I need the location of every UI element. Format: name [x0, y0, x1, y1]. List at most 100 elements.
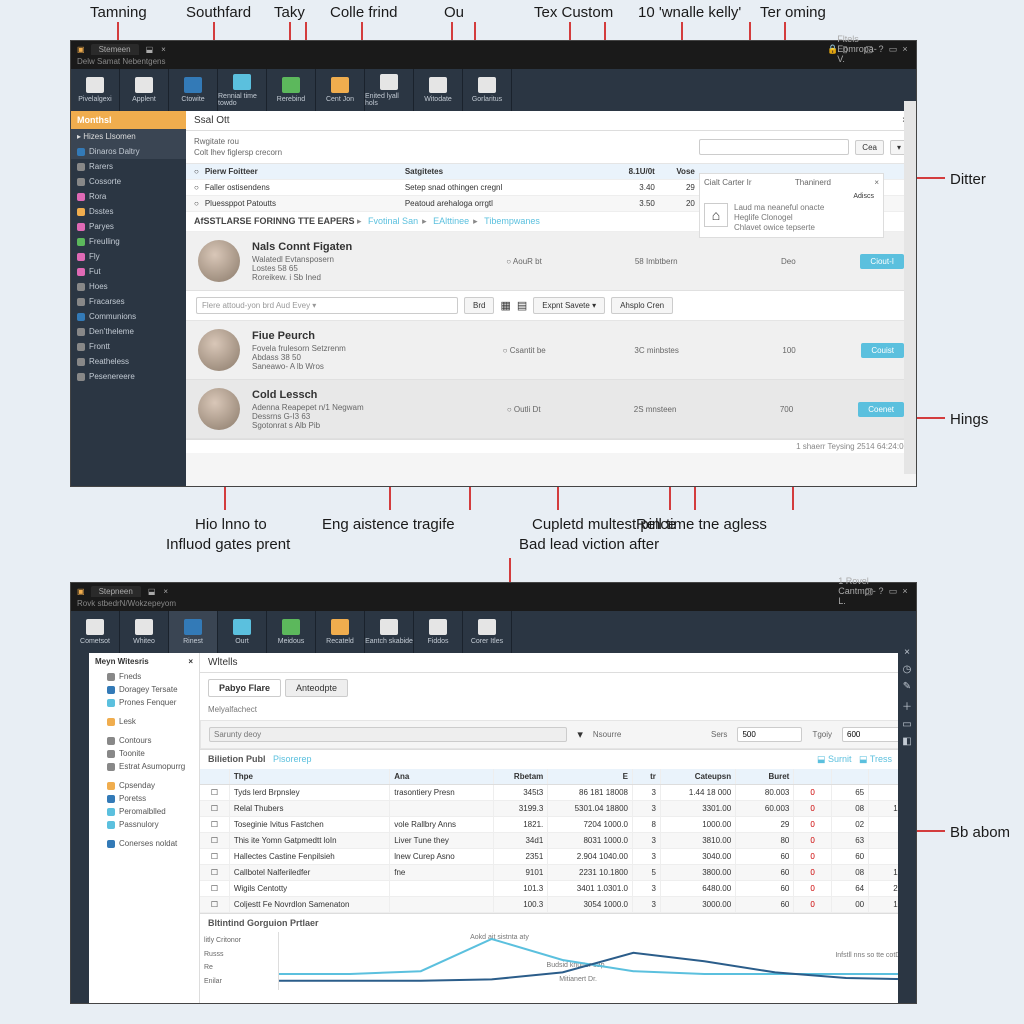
person-action-btn[interactable]: Couist: [861, 343, 904, 358]
filter-dropdown-icon[interactable]: ▾: [577, 728, 583, 741]
radio-icon[interactable]: ○: [194, 183, 199, 192]
row-checkbox[interactable]: ☐: [200, 817, 230, 832]
grid-header[interactable]: Buret: [736, 769, 794, 784]
bc-tag[interactable]: Fvotinal San: [368, 216, 418, 226]
sidebar-item[interactable]: Cossorte: [71, 174, 186, 189]
grid-row[interactable]: ☐Relal Thubers3199.35301.04 1880033301.0…: [200, 801, 916, 817]
ribbon-tab[interactable]: Applent: [120, 69, 169, 111]
grid-row[interactable]: ☐Coljestt Fe Novrdlon Samenaton100.33054…: [200, 897, 916, 913]
close-icon[interactable]: ×: [900, 44, 910, 54]
ribbon-tab[interactable]: Fiddos: [414, 611, 463, 653]
min-icon[interactable]: ▢: [864, 44, 874, 54]
ribbon-tab[interactable]: Rinest: [169, 611, 218, 653]
max-icon[interactable]: ▭: [888, 44, 898, 54]
toolbar-btn[interactable]: Surnit: [828, 754, 852, 764]
rail-icon[interactable]: ＋: [902, 698, 912, 713]
row-checkbox[interactable]: ☐: [200, 833, 230, 848]
grid-header[interactable]: [200, 769, 230, 784]
grid-header[interactable]: Rbetam: [494, 769, 548, 784]
row-checkbox[interactable]: ☐: [200, 801, 230, 816]
filter-input[interactable]: Flere attoud-yon brd Aud Evey ▾: [196, 297, 458, 314]
row-checkbox[interactable]: ☐: [200, 849, 230, 864]
sidebar2-item[interactable]: Prones Fenquer: [89, 696, 199, 709]
cell-delete[interactable]: 0: [794, 833, 831, 848]
filter-btn2[interactable]: Ahsplo Cren: [611, 297, 673, 314]
ribbon-tab[interactable]: Cometsot: [71, 611, 120, 653]
tab-close-icon[interactable]: ×: [161, 45, 166, 54]
sidebar2-item[interactable]: Passnulory: [89, 818, 199, 831]
grid-row[interactable]: ☐Tyds lerd Brpnsleytrasontiery Presn345t…: [200, 785, 916, 801]
filter-input[interactable]: [209, 727, 567, 742]
info-close-icon[interactable]: ×: [874, 178, 879, 187]
sidebar2-item[interactable]: Fneds: [89, 670, 199, 683]
panel2-tab[interactable]: Anteodpte: [285, 679, 348, 697]
person-card[interactable]: Fiue PeurchFovela frulesorn SetzrenmAbda…: [186, 321, 916, 380]
person-card[interactable]: Cold LesschAdenna Reapepet n/1 NegwamDes…: [186, 380, 916, 439]
rail-icon[interactable]: ▭: [902, 719, 911, 730]
sam-input[interactable]: [737, 727, 802, 742]
row-checkbox[interactable]: ☐: [200, 881, 230, 896]
sidebar2-item[interactable]: Cpsenday: [89, 779, 199, 792]
close-icon[interactable]: ×: [900, 586, 910, 596]
cell-delete[interactable]: 0: [794, 849, 831, 864]
tab-close-icon[interactable]: ×: [163, 587, 168, 596]
ribbon-tab[interactable]: Rennial time towdo: [218, 69, 267, 111]
ribbon-tab[interactable]: Enited lyall hols: [365, 69, 414, 111]
sidebar-item[interactable]: Freulling: [71, 234, 186, 249]
rail-icon[interactable]: ✎: [903, 681, 911, 692]
cell-delete[interactable]: 0: [794, 881, 831, 896]
person-action-btn[interactable]: Coenet: [858, 402, 904, 417]
grid-header[interactable]: tr: [633, 769, 661, 784]
sidebar2-item[interactable]: Estrat Asumopurrg: [89, 760, 199, 773]
sidebar-item[interactable]: Frontt: [71, 339, 186, 354]
grid-row[interactable]: ☐Hallectes Castine Fenpilsiehlnew Curep …: [200, 849, 916, 865]
ribbon-tab[interactable]: Gorlaritus: [463, 69, 512, 111]
rail-icon[interactable]: ◧: [902, 736, 911, 747]
cell-delete[interactable]: 0: [794, 817, 831, 832]
ribbon-tab[interactable]: Meidous: [267, 611, 316, 653]
fb-icon[interactable]: ▦: [500, 299, 510, 312]
min-icon[interactable]: ▢: [864, 586, 874, 596]
max-icon[interactable]: ▭: [888, 586, 898, 596]
rail-close-icon[interactable]: ×: [904, 647, 910, 658]
filter-btn[interactable]: Brd: [464, 297, 494, 314]
row-checkbox[interactable]: ☐: [200, 865, 230, 880]
bc-tag[interactable]: Tibempwanes: [484, 216, 540, 226]
ribbon-tab[interactable]: Pivelalgexi: [71, 69, 120, 111]
grid-row[interactable]: ☐Wigils Centotty101.33401 1.0301.036480.…: [200, 881, 916, 897]
cell-delete[interactable]: 0: [794, 865, 831, 880]
ribbon-tab[interactable]: Rerebind: [267, 69, 316, 111]
sidebar-item[interactable]: Reatheless: [71, 354, 186, 369]
sidebar-item[interactable]: Dsstes: [71, 204, 186, 219]
toolbar-btn[interactable]: Tress: [870, 754, 892, 764]
grid-header[interactable]: Cateupsn: [661, 769, 736, 784]
sidebar2-item[interactable]: Poretss: [89, 792, 199, 805]
sidebar2-item[interactable]: Toonite: [89, 747, 199, 760]
tab-extra-icon[interactable]: ⬓: [146, 45, 154, 54]
sidebar-item[interactable]: Dinaros Daltry: [71, 144, 186, 159]
window-tab[interactable]: Stemeen: [91, 44, 139, 55]
sidebar-item[interactable]: Rarers: [71, 159, 186, 174]
sidebar2-item[interactable]: Peromalblled: [89, 805, 199, 818]
grid-header[interactable]: [794, 769, 831, 784]
cell-delete[interactable]: 0: [794, 801, 831, 816]
radio-icon[interactable]: ○: [194, 167, 199, 176]
help-icon[interactable]: ?: [876, 586, 886, 596]
sidebar-item[interactable]: Paryes: [71, 219, 186, 234]
sidebar-item[interactable]: Fly: [71, 249, 186, 264]
rail-icon[interactable]: ◷: [903, 664, 912, 675]
ribbon-tab[interactable]: Corer Itles: [463, 611, 512, 653]
grid-header[interactable]: Ana: [390, 769, 494, 784]
fb-icon[interactable]: ▤: [517, 299, 527, 312]
person-card[interactable]: Nals Connt FigatenWalatedl EvtansposernL…: [186, 232, 916, 291]
ribbon-tab[interactable]: Eantch skabide: [365, 611, 414, 653]
ribbon-tab[interactable]: Cent Jon: [316, 69, 365, 111]
sidebar-item[interactable]: Pesenereere: [71, 369, 186, 384]
row-checkbox[interactable]: ☐: [200, 897, 230, 912]
row-checkbox[interactable]: ☐: [200, 785, 230, 800]
ribbon-tab[interactable]: Recateld: [316, 611, 365, 653]
sidebar-item[interactable]: Communions: [71, 309, 186, 324]
radio-icon[interactable]: ○: [194, 199, 199, 208]
grid-header[interactable]: Thpe: [230, 769, 390, 784]
grid-header[interactable]: E: [548, 769, 633, 784]
